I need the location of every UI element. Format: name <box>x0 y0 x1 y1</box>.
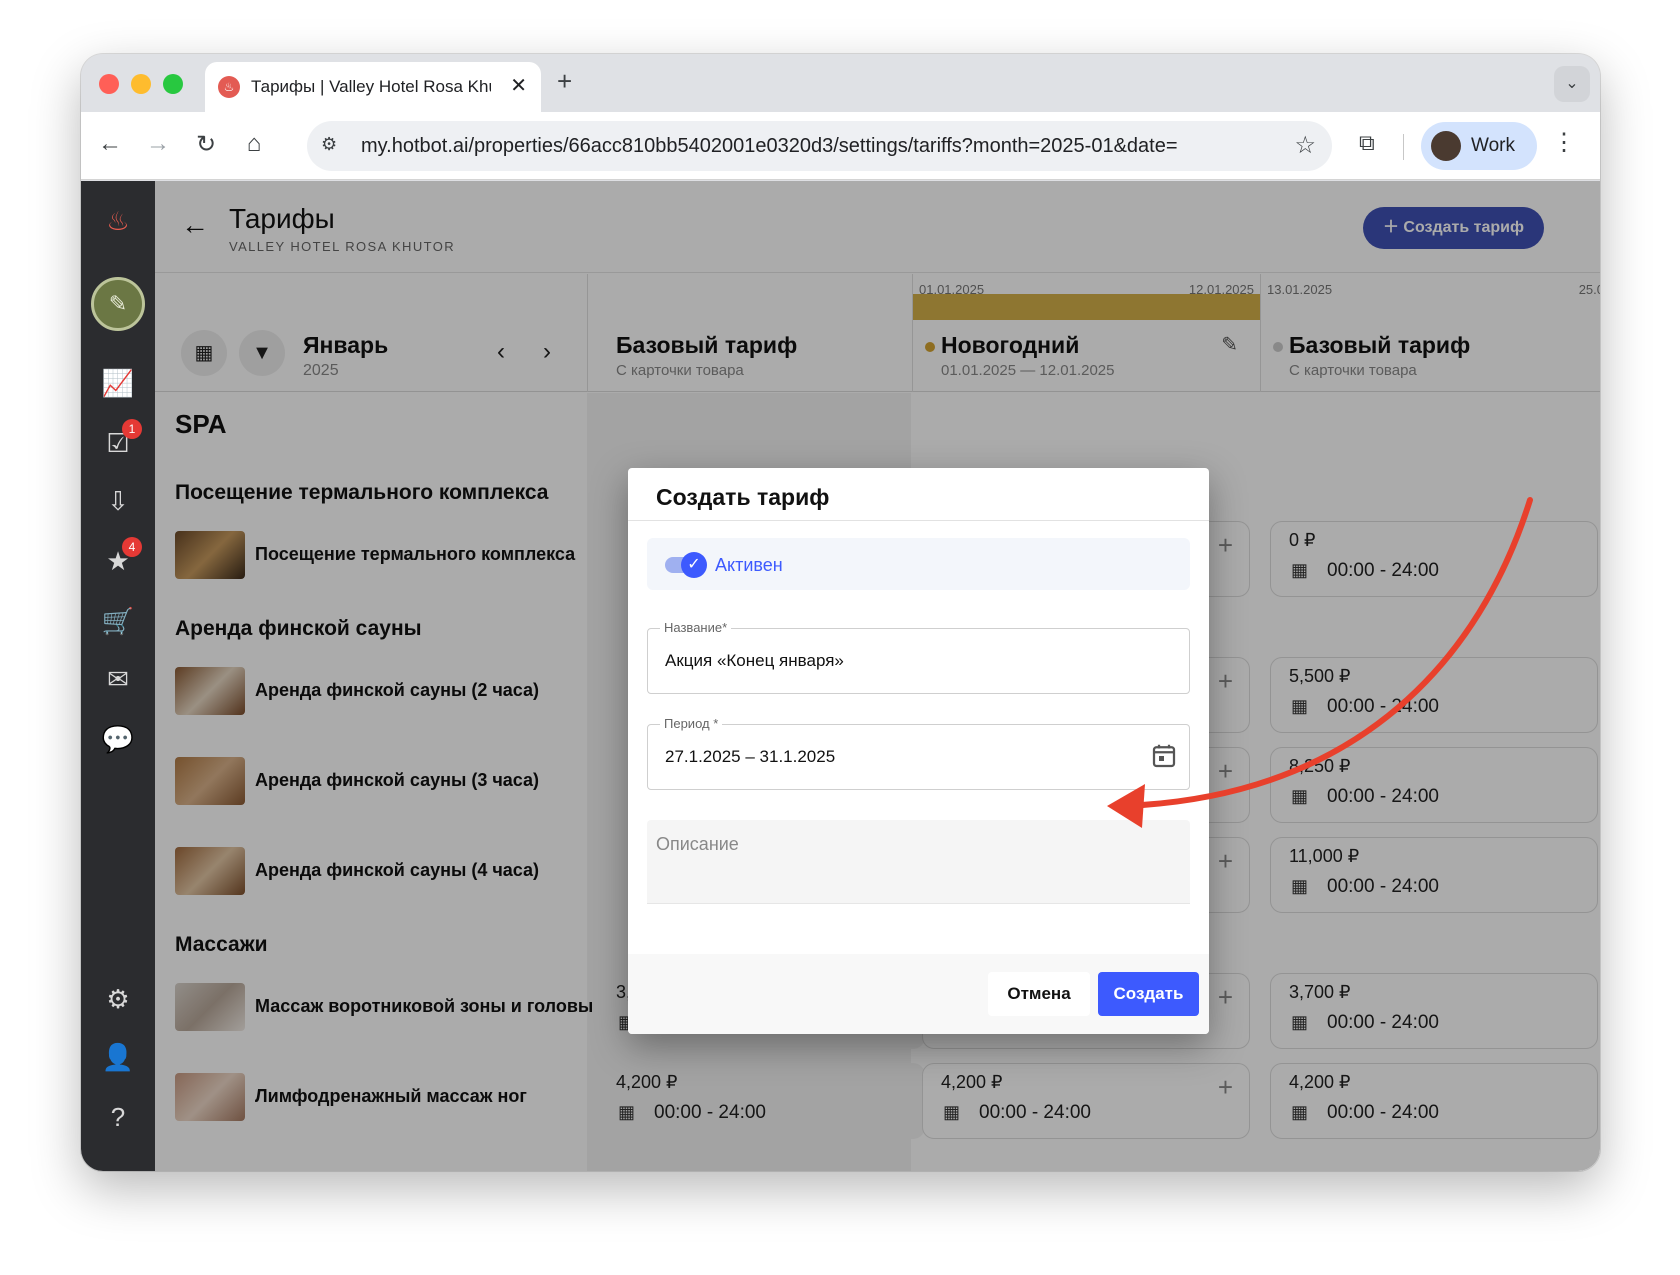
dialog-divider <box>628 520 1209 521</box>
minimize-window-button[interactable] <box>131 74 151 94</box>
period-field-value[interactable]: 27.1.2025 – 31.1.2025 <box>665 747 835 767</box>
main-content: ← Тарифы VALLEY HOTEL ROSA KHUTOR ＋ Созд… <box>155 181 1600 1171</box>
name-field[interactable]: Название* Акция «Конец января» <box>647 620 1190 694</box>
tasks-icon[interactable]: ☑ 1 <box>98 419 142 463</box>
browser-window: ♨ Тарифы | Valley Hotel Rosa Khutor ✕ + … <box>81 54 1600 1171</box>
active-toggle-row[interactable]: ✓ Активен <box>647 538 1190 590</box>
property-logo[interactable]: ✎ <box>91 277 145 331</box>
reviews-icon[interactable]: ★ 4 <box>98 537 142 581</box>
mail-icon[interactable]: ✉ <box>98 659 138 699</box>
dialog-footer: Отмена Создать <box>628 954 1209 1034</box>
cart-icon[interactable]: 🛒 <box>98 601 138 641</box>
sidebar: ♨ ✎ 📈 ☑ 1 ⇩ ★ 4 🛒 ✉ 💬 ⚙ 👤 ? <box>81 181 155 1171</box>
active-label: Активен <box>715 555 783 575</box>
period-field-label: Период * <box>660 716 723 731</box>
maximize-window-button[interactable] <box>163 74 183 94</box>
reviews-badge: 4 <box>122 537 142 557</box>
calendar-icon[interactable] <box>1149 741 1179 771</box>
forward-icon[interactable]: → <box>143 130 173 158</box>
user-icon[interactable]: 👤 <box>98 1037 138 1077</box>
flame-logo-icon[interactable]: ♨ <box>98 201 138 241</box>
create-tariff-dialog: Создать тариф ✓ Активен Название* Акция … <box>628 468 1209 1034</box>
help-icon[interactable]: ? <box>98 1097 138 1137</box>
back-icon[interactable]: ← <box>95 130 125 158</box>
period-field[interactable]: Период * 27.1.2025 – 31.1.2025 <box>647 716 1190 790</box>
analytics-icon[interactable]: 📈 <box>98 363 138 403</box>
bookmark-star-icon[interactable]: ☆ <box>1294 131 1316 160</box>
create-button[interactable]: Создать <box>1098 972 1199 1016</box>
reload-icon[interactable]: ↻ <box>191 130 221 159</box>
flame-icon: ♨ <box>218 76 240 98</box>
tasks-badge: 1 <box>122 419 142 439</box>
toolbar-separator <box>1403 134 1404 160</box>
inbox-icon[interactable]: ⇩ <box>98 481 138 521</box>
browser-tab[interactable]: ♨ Тарифы | Valley Hotel Rosa Khutor ✕ <box>205 62 541 112</box>
profile-button[interactable]: Work <box>1421 122 1537 170</box>
description-placeholder: Описание <box>656 834 739 854</box>
dialog-title: Создать тариф <box>656 484 830 510</box>
extensions-icon[interactable]: ⧉ <box>1359 130 1375 156</box>
new-tab-button[interactable]: + <box>557 66 572 97</box>
app-area: ♨ ✎ 📈 ☑ 1 ⇩ ★ 4 🛒 ✉ 💬 ⚙ 👤 ? ← Тарифы VALLE… <box>81 181 1600 1171</box>
name-field-label: Название* <box>660 620 732 635</box>
chat-icon[interactable]: 💬 <box>98 719 138 759</box>
close-icon[interactable]: ✕ <box>510 73 527 98</box>
description-field[interactable]: Описание <box>647 820 1190 904</box>
address-bar[interactable]: ⚙ my.hotbot.ai/properties/66acc810bb5402… <box>307 121 1332 171</box>
gear-icon[interactable]: ⚙ <box>98 979 138 1019</box>
tab-title: Тарифы | Valley Hotel Rosa Khutor <box>251 77 491 96</box>
avatar <box>1431 131 1461 161</box>
url-text[interactable]: my.hotbot.ai/properties/66acc810bb540200… <box>361 135 1271 158</box>
home-icon[interactable]: ⌂ <box>239 130 269 158</box>
chevron-down-icon[interactable]: ⌄ <box>1554 66 1590 102</box>
profile-name: Work <box>1471 135 1515 156</box>
cancel-button[interactable]: Отмена <box>988 972 1090 1016</box>
name-field-value[interactable]: Акция «Конец января» <box>665 651 844 671</box>
site-settings-icon[interactable]: ⚙ <box>321 134 337 155</box>
browser-toolbar: ← → ↻ ⌂ ⚙ my.hotbot.ai/properties/66acc8… <box>81 112 1600 180</box>
more-menu-icon[interactable]: ⋮ <box>1552 128 1576 157</box>
checkmark-icon[interactable]: ✓ <box>681 552 707 578</box>
tab-strip: ♨ Тарифы | Valley Hotel Rosa Khutor ✕ + … <box>81 54 1600 112</box>
close-window-button[interactable] <box>99 74 119 94</box>
